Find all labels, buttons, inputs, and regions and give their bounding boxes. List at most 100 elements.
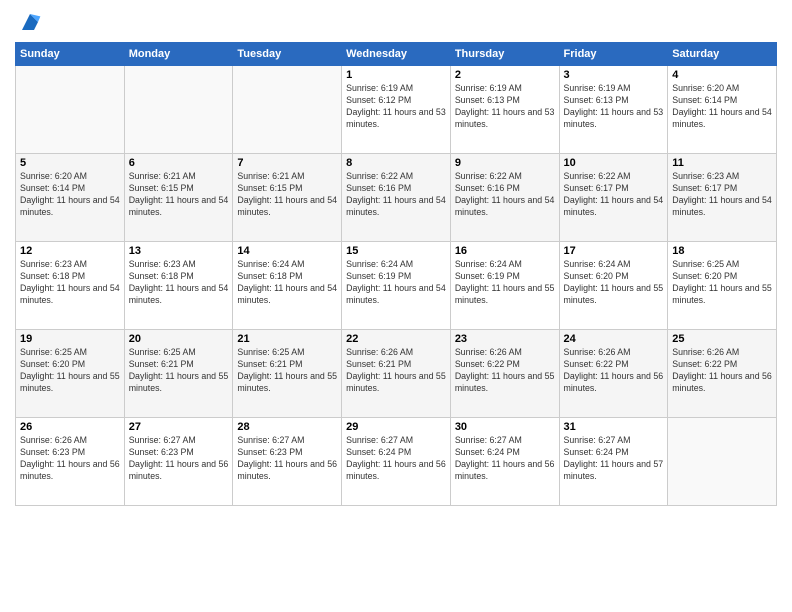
day-info: Sunrise: 6:20 AMSunset: 6:14 PMDaylight:… [20, 171, 120, 219]
day-number: 26 [20, 421, 120, 433]
calendar-cell: 18Sunrise: 6:25 AMSunset: 6:20 PMDayligh… [668, 242, 777, 330]
day-number: 9 [455, 157, 555, 169]
day-info: Sunrise: 6:24 AMSunset: 6:20 PMDaylight:… [564, 259, 664, 307]
day-number: 16 [455, 245, 555, 257]
day-info: Sunrise: 6:23 AMSunset: 6:18 PMDaylight:… [129, 259, 229, 307]
day-info: Sunrise: 6:24 AMSunset: 6:19 PMDaylight:… [455, 259, 555, 307]
calendar-cell: 19 Sunrise: 6:25 AMSunset: 6:20 PMDayligh… [16, 330, 125, 418]
day-number: 20 [129, 333, 229, 345]
day-info: Sunrise: 6:19 AMSunset: 6:13 PMDaylight:… [455, 83, 555, 131]
logo [15, 10, 42, 34]
day-number: 11 [672, 157, 772, 169]
day-info: Sunrise: 6:22 AMSunset: 6:16 PMDaylight:… [346, 171, 446, 219]
day-number: 10 [564, 157, 664, 169]
day-info: Sunrise: 6:23 AMSunset: 6:17 PMDaylight:… [672, 171, 772, 219]
day-info: Sunrise: 6:27 AMSunset: 6:24 PMDaylight:… [455, 435, 555, 483]
day-info: Sunrise: 6:26 AMSunset: 6:21 PMDaylight:… [346, 347, 446, 395]
day-info: Sunrise: 6:24 AMSunset: 6:19 PMDaylight:… [346, 259, 446, 307]
calendar-cell [16, 66, 125, 154]
day-info: Sunrise: 6:27 AMSunset: 6:23 PMDaylight:… [237, 435, 337, 483]
day-number: 4 [672, 69, 772, 81]
calendar-cell [668, 418, 777, 506]
day-number: 24 [564, 333, 664, 345]
calendar-header-row: SundayMondayTuesdayWednesdayThursdayFrid… [16, 43, 777, 66]
day-info: Sunrise: 6:26 AMSunset: 6:22 PMDaylight:… [672, 347, 772, 395]
page: SundayMondayTuesdayWednesdayThursdayFrid… [0, 0, 792, 612]
calendar-cell: 8 Sunrise: 6:22 AMSunset: 6:16 PMDaylight… [342, 154, 451, 242]
day-info: Sunrise: 6:26 AMSunset: 6:23 PMDaylight:… [20, 435, 120, 483]
calendar-cell: 2 Sunrise: 6:19 AMSunset: 6:13 PMDaylight… [450, 66, 559, 154]
calendar-cell: 17 Sunrise: 6:24 AMSunset: 6:20 PMDayligh… [559, 242, 668, 330]
calendar-cell: 6 Sunrise: 6:21 AMSunset: 6:15 PMDaylight… [124, 154, 233, 242]
calendar-cell: 31 Sunrise: 6:27 AMSunset: 6:24 PMDayligh… [559, 418, 668, 506]
calendar-cell: 11 Sunrise: 6:23 AMSunset: 6:17 PMDayligh… [668, 154, 777, 242]
calendar-week-2: 5 Sunrise: 6:20 AMSunset: 6:14 PMDaylight… [16, 154, 777, 242]
day-info: Sunrise: 6:21 AMSunset: 6:15 PMDaylight:… [129, 171, 229, 219]
calendar-cell: 26 Sunrise: 6:26 AMSunset: 6:23 PMDayligh… [16, 418, 125, 506]
day-info: Sunrise: 6:27 AMSunset: 6:24 PMDaylight:… [346, 435, 446, 483]
day-number: 12 [20, 245, 120, 257]
day-info: Sunrise: 6:19 AMSunset: 6:12 PMDaylight:… [346, 83, 446, 131]
day-info: Sunrise: 6:21 AMSunset: 6:15 PMDaylight:… [237, 171, 337, 219]
calendar: SundayMondayTuesdayWednesdayThursdayFrid… [15, 42, 777, 506]
day-number: 22 [346, 333, 446, 345]
day-header-monday: Monday [124, 43, 233, 66]
day-number: 18 [672, 245, 772, 257]
calendar-week-1: 1 Sunrise: 6:19 AMSunset: 6:12 PMDaylight… [16, 66, 777, 154]
calendar-cell: 30 Sunrise: 6:27 AMSunset: 6:24 PMDayligh… [450, 418, 559, 506]
day-number: 3 [564, 69, 664, 81]
day-number: 23 [455, 333, 555, 345]
day-number: 1 [346, 69, 446, 81]
day-number: 8 [346, 157, 446, 169]
day-info: Sunrise: 6:24 AMSunset: 6:18 PMDaylight:… [237, 259, 337, 307]
day-info: Sunrise: 6:22 AMSunset: 6:17 PMDaylight:… [564, 171, 664, 219]
calendar-cell: 9Sunrise: 6:22 AMSunset: 6:16 PMDaylight… [450, 154, 559, 242]
calendar-cell: 21Sunrise: 6:25 AMSunset: 6:21 PMDayligh… [233, 330, 342, 418]
calendar-cell: 22 Sunrise: 6:26 AMSunset: 6:21 PMDayligh… [342, 330, 451, 418]
calendar-cell: 13 Sunrise: 6:23 AMSunset: 6:18 PMDayligh… [124, 242, 233, 330]
calendar-cell: 25 Sunrise: 6:26 AMSunset: 6:22 PMDayligh… [668, 330, 777, 418]
day-info: Sunrise: 6:23 AMSunset: 6:18 PMDaylight:… [20, 259, 120, 307]
day-number: 6 [129, 157, 229, 169]
day-info: Sunrise: 6:27 AMSunset: 6:24 PMDaylight:… [564, 435, 664, 483]
day-number: 5 [20, 157, 120, 169]
day-number: 27 [129, 421, 229, 433]
calendar-cell: 29 Sunrise: 6:27 AMSunset: 6:24 PMDayligh… [342, 418, 451, 506]
calendar-cell: 16 Sunrise: 6:24 AMSunset: 6:19 PMDayligh… [450, 242, 559, 330]
day-number: 29 [346, 421, 446, 433]
calendar-week-4: 19 Sunrise: 6:25 AMSunset: 6:20 PMDayligh… [16, 330, 777, 418]
calendar-cell: 15 Sunrise: 6:24 AMSunset: 6:19 PMDayligh… [342, 242, 451, 330]
calendar-cell [233, 66, 342, 154]
day-number: 19 [20, 333, 120, 345]
calendar-cell: 28 Sunrise: 6:27 AMSunset: 6:23 PMDayligh… [233, 418, 342, 506]
day-number: 30 [455, 421, 555, 433]
calendar-cell: 1 Sunrise: 6:19 AMSunset: 6:12 PMDaylight… [342, 66, 451, 154]
calendar-cell: 5 Sunrise: 6:20 AMSunset: 6:14 PMDaylight… [16, 154, 125, 242]
day-number: 13 [129, 245, 229, 257]
day-info: Sunrise: 6:27 AMSunset: 6:23 PMDaylight:… [129, 435, 229, 483]
calendar-cell: 7 Sunrise: 6:21 AMSunset: 6:15 PMDaylight… [233, 154, 342, 242]
day-info: Sunrise: 6:25 AMSunset: 6:20 PMDaylight:… [20, 347, 120, 395]
day-info: Sunrise: 6:26 AMSunset: 6:22 PMDaylight:… [455, 347, 555, 395]
day-header-sunday: Sunday [16, 43, 125, 66]
day-number: 21 [237, 333, 337, 345]
day-info: Sunrise: 6:20 AMSunset: 6:14 PMDaylight:… [672, 83, 772, 131]
day-number: 15 [346, 245, 446, 257]
day-header-friday: Friday [559, 43, 668, 66]
day-number: 17 [564, 245, 664, 257]
header [15, 10, 777, 34]
logo-icon [18, 10, 42, 34]
calendar-cell: 14Sunrise: 6:24 AMSunset: 6:18 PMDayligh… [233, 242, 342, 330]
day-info: Sunrise: 6:19 AMSunset: 6:13 PMDaylight:… [564, 83, 664, 131]
calendar-week-3: 12 Sunrise: 6:23 AMSunset: 6:18 PMDayligh… [16, 242, 777, 330]
day-number: 28 [237, 421, 337, 433]
calendar-cell: 20Sunrise: 6:25 AMSunset: 6:21 PMDayligh… [124, 330, 233, 418]
calendar-cell: 4 Sunrise: 6:20 AMSunset: 6:14 PMDaylight… [668, 66, 777, 154]
day-number: 2 [455, 69, 555, 81]
day-number: 31 [564, 421, 664, 433]
day-number: 25 [672, 333, 772, 345]
calendar-cell: 3 Sunrise: 6:19 AMSunset: 6:13 PMDaylight… [559, 66, 668, 154]
day-header-wednesday: Wednesday [342, 43, 451, 66]
day-info: Sunrise: 6:26 AMSunset: 6:22 PMDaylight:… [564, 347, 664, 395]
day-number: 7 [237, 157, 337, 169]
